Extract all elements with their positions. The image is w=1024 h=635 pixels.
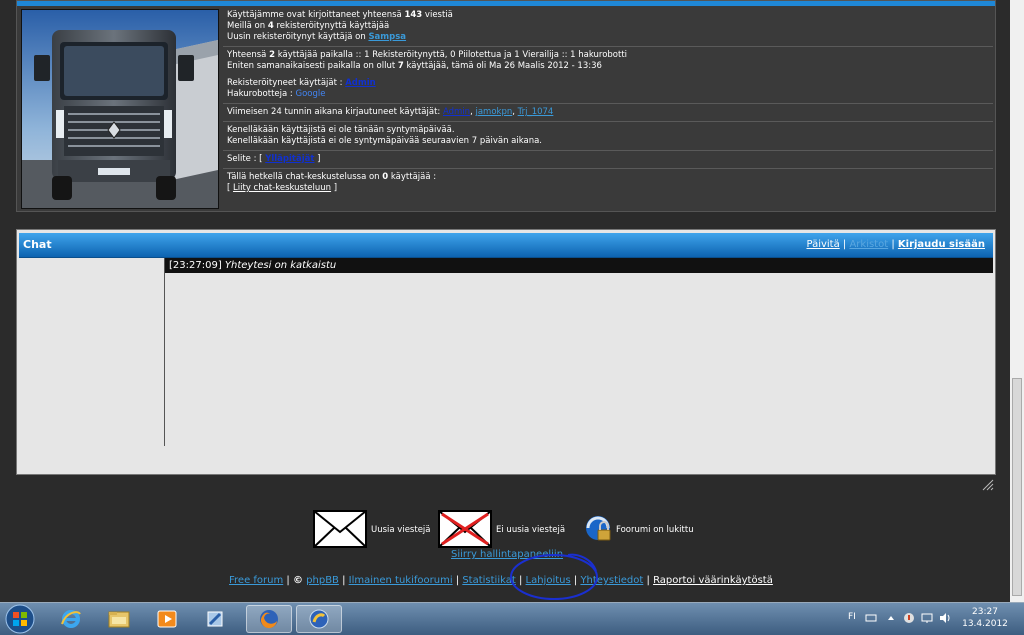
chat-message-time: [23:27:09] (169, 260, 222, 271)
legend-locked: Foorumi on lukittu (584, 510, 694, 548)
birthday-today-text: Kenelläkään käyttäjistä ei ole tänään sy… (227, 125, 455, 135)
newest-member-text: Uusin rekisteröitynyt käyttäjä on (227, 32, 369, 42)
birthday-row: Kenelläkään käyttäjistä ei ole tänään sy… (223, 122, 993, 151)
last24-user-link[interactable]: Admin (443, 107, 470, 117)
footer-phpbb-link[interactable]: phpBB (306, 575, 339, 586)
tray-arrow-icon[interactable] (885, 612, 897, 624)
last24-user-link[interactable]: Trj_1074 (518, 107, 554, 117)
taskbar-explorer[interactable] (96, 605, 142, 633)
newest-member-link[interactable]: Sampsa (368, 32, 406, 42)
legend-new-posts-label: Uusia viestejä (371, 525, 431, 535)
clock-time: 23:27 (972, 607, 998, 617)
taskbar-window[interactable] (296, 605, 342, 633)
online-text-end: käyttäjää paikalla :: 1 Rekisteröitynytt… (275, 50, 628, 60)
taskbar-ie[interactable] (48, 605, 94, 633)
bot-name: Google (295, 89, 326, 99)
folder-icon (108, 611, 130, 628)
stats-rows: Käyttäjämme ovat kirjoittaneet yhteensä … (223, 7, 993, 197)
firefox-icon (260, 610, 278, 629)
forum-stats-panel: Käyttäjämme ovat kirjoittaneet yhteensä … (16, 0, 996, 212)
last24-row: Viimeisen 24 tunnin aikana kirjautuneet … (223, 104, 993, 122)
keyboard-icon[interactable] (865, 612, 877, 624)
chat-login-link[interactable]: Kirjaudu sisään (898, 239, 985, 250)
bots-label: Hakurobotteja : (227, 89, 296, 99)
join-chat-link[interactable]: Liity chat-keskusteluun (233, 183, 331, 193)
birthday-week-text: Kenelläkään käyttäjistä ei ole syntymäpä… (227, 136, 543, 146)
last24-label: Viimeisen 24 tunnin aikana kirjautuneet … (227, 107, 443, 117)
envelope-crossed-icon (438, 510, 492, 548)
truck-image (21, 9, 219, 209)
posts-count: 143 (404, 10, 423, 20)
legend-no-new-posts: Ei uusia viestejä (438, 510, 565, 548)
internet-explorer-icon (61, 610, 81, 628)
envelope-icon (313, 510, 367, 548)
registered-users-label: Rekisteröityneet käyttäjät : (227, 78, 346, 88)
legend-admin-link[interactable]: Ylläpitäjät (265, 154, 314, 164)
chat-refresh-link[interactable]: Päivitä (806, 239, 839, 250)
legend-new-posts: Uusia viestejä (313, 510, 431, 548)
chat-header: Chat Päivitä | Arkistot | Kirjaudu sisää… (19, 233, 993, 258)
last24-user-link[interactable]: jamokpn (475, 107, 512, 117)
language-indicator[interactable]: FI (848, 612, 856, 622)
legend-label: Selite : [ (227, 154, 266, 164)
taskbar-media[interactable] (144, 605, 190, 633)
annotation-circle (510, 553, 598, 600)
footer-support-link[interactable]: Ilmainen tukifoorumi (349, 575, 453, 586)
members-text-end: rekisteröitynyttä käyttäjää (273, 21, 390, 31)
lock-icon (586, 516, 611, 541)
system-clock[interactable]: 23:27 13.4.2012 (955, 606, 1015, 630)
legend-bracket: ] (314, 154, 321, 164)
chat-message: [23:27:09] Yhteytesi on katkaistu (165, 258, 993, 273)
display-icon[interactable] (921, 612, 933, 624)
windows-start-icon[interactable] (2, 604, 38, 634)
online-text: Yhteensä (227, 50, 270, 60)
volume-icon[interactable] (939, 612, 951, 624)
stats-header-bar (17, 1, 995, 6)
record-text: Eniten samanaikaisesti paikalla on ollut (227, 61, 398, 71)
members-text: Meillä on (227, 21, 268, 31)
chat-count-text: Tällä hetkellä chat-keskustelussa on (227, 172, 383, 182)
chat-count-text-end: käyttäjää : (388, 172, 437, 182)
taskbar-firefox[interactable] (246, 605, 292, 633)
network-warning-icon[interactable] (903, 612, 915, 624)
legend-no-new-posts-label: Ei uusia viestejä (496, 525, 566, 535)
chat-archives-link[interactable]: Arkistot (849, 239, 888, 250)
legend-row: Selite : [ Ylläpitäjät ] (223, 151, 993, 169)
record-text-end: käyttäjää, tämä oli Ma 26 Maalis 2012 - … (403, 61, 602, 71)
taskbar-app[interactable] (192, 605, 238, 633)
clock-date: 13.4.2012 (962, 619, 1008, 629)
join-chat-bracket: ] (331, 183, 338, 193)
chat-message-text: Yhteytesi on katkaistu (224, 260, 337, 271)
posts-text: Käyttäjämme ovat kirjoittaneet yhteensä (227, 10, 405, 20)
footer-free-forum-link[interactable]: Free forum (229, 575, 283, 586)
app-window-icon (309, 609, 329, 629)
windows-taskbar: FI 23:27 13.4.2012 (0, 602, 1024, 635)
page-scrollbar[interactable] (1010, 0, 1024, 602)
scrollbar-thumb[interactable] (1012, 378, 1022, 596)
media-player-icon (157, 610, 177, 628)
footer-report-link[interactable]: Raportoi väärinkäytöstä (653, 575, 773, 586)
chat-header-links: Päivitä | Arkistot | Kirjaudu sisään (806, 239, 985, 250)
online-stats-row: Yhteensä 2 käyttäjää paikalla :: 1 Rekis… (223, 47, 993, 104)
chat-panel: Chat Päivitä | Arkistot | Kirjaudu sisää… (16, 229, 996, 475)
footer-copyright: © (292, 575, 303, 586)
chat-count-row: Tällä hetkellä chat-keskustelussa on 0 k… (223, 169, 993, 197)
legend-locked-label: Foorumi on lukittu (616, 525, 694, 535)
chat-user-list (19, 258, 165, 446)
footer-links: Free forum | © phpBB | Ilmainen tukifoor… (229, 575, 773, 586)
posts-stats-row: Käyttäjämme ovat kirjoittaneet yhteensä … (223, 7, 993, 47)
posts-text-end: viestiä (422, 10, 453, 20)
chat-title: Chat (23, 238, 52, 251)
registered-user-link[interactable]: Admin (345, 78, 376, 88)
resize-grip-icon[interactable] (980, 477, 994, 491)
settings-app-icon (207, 611, 223, 627)
